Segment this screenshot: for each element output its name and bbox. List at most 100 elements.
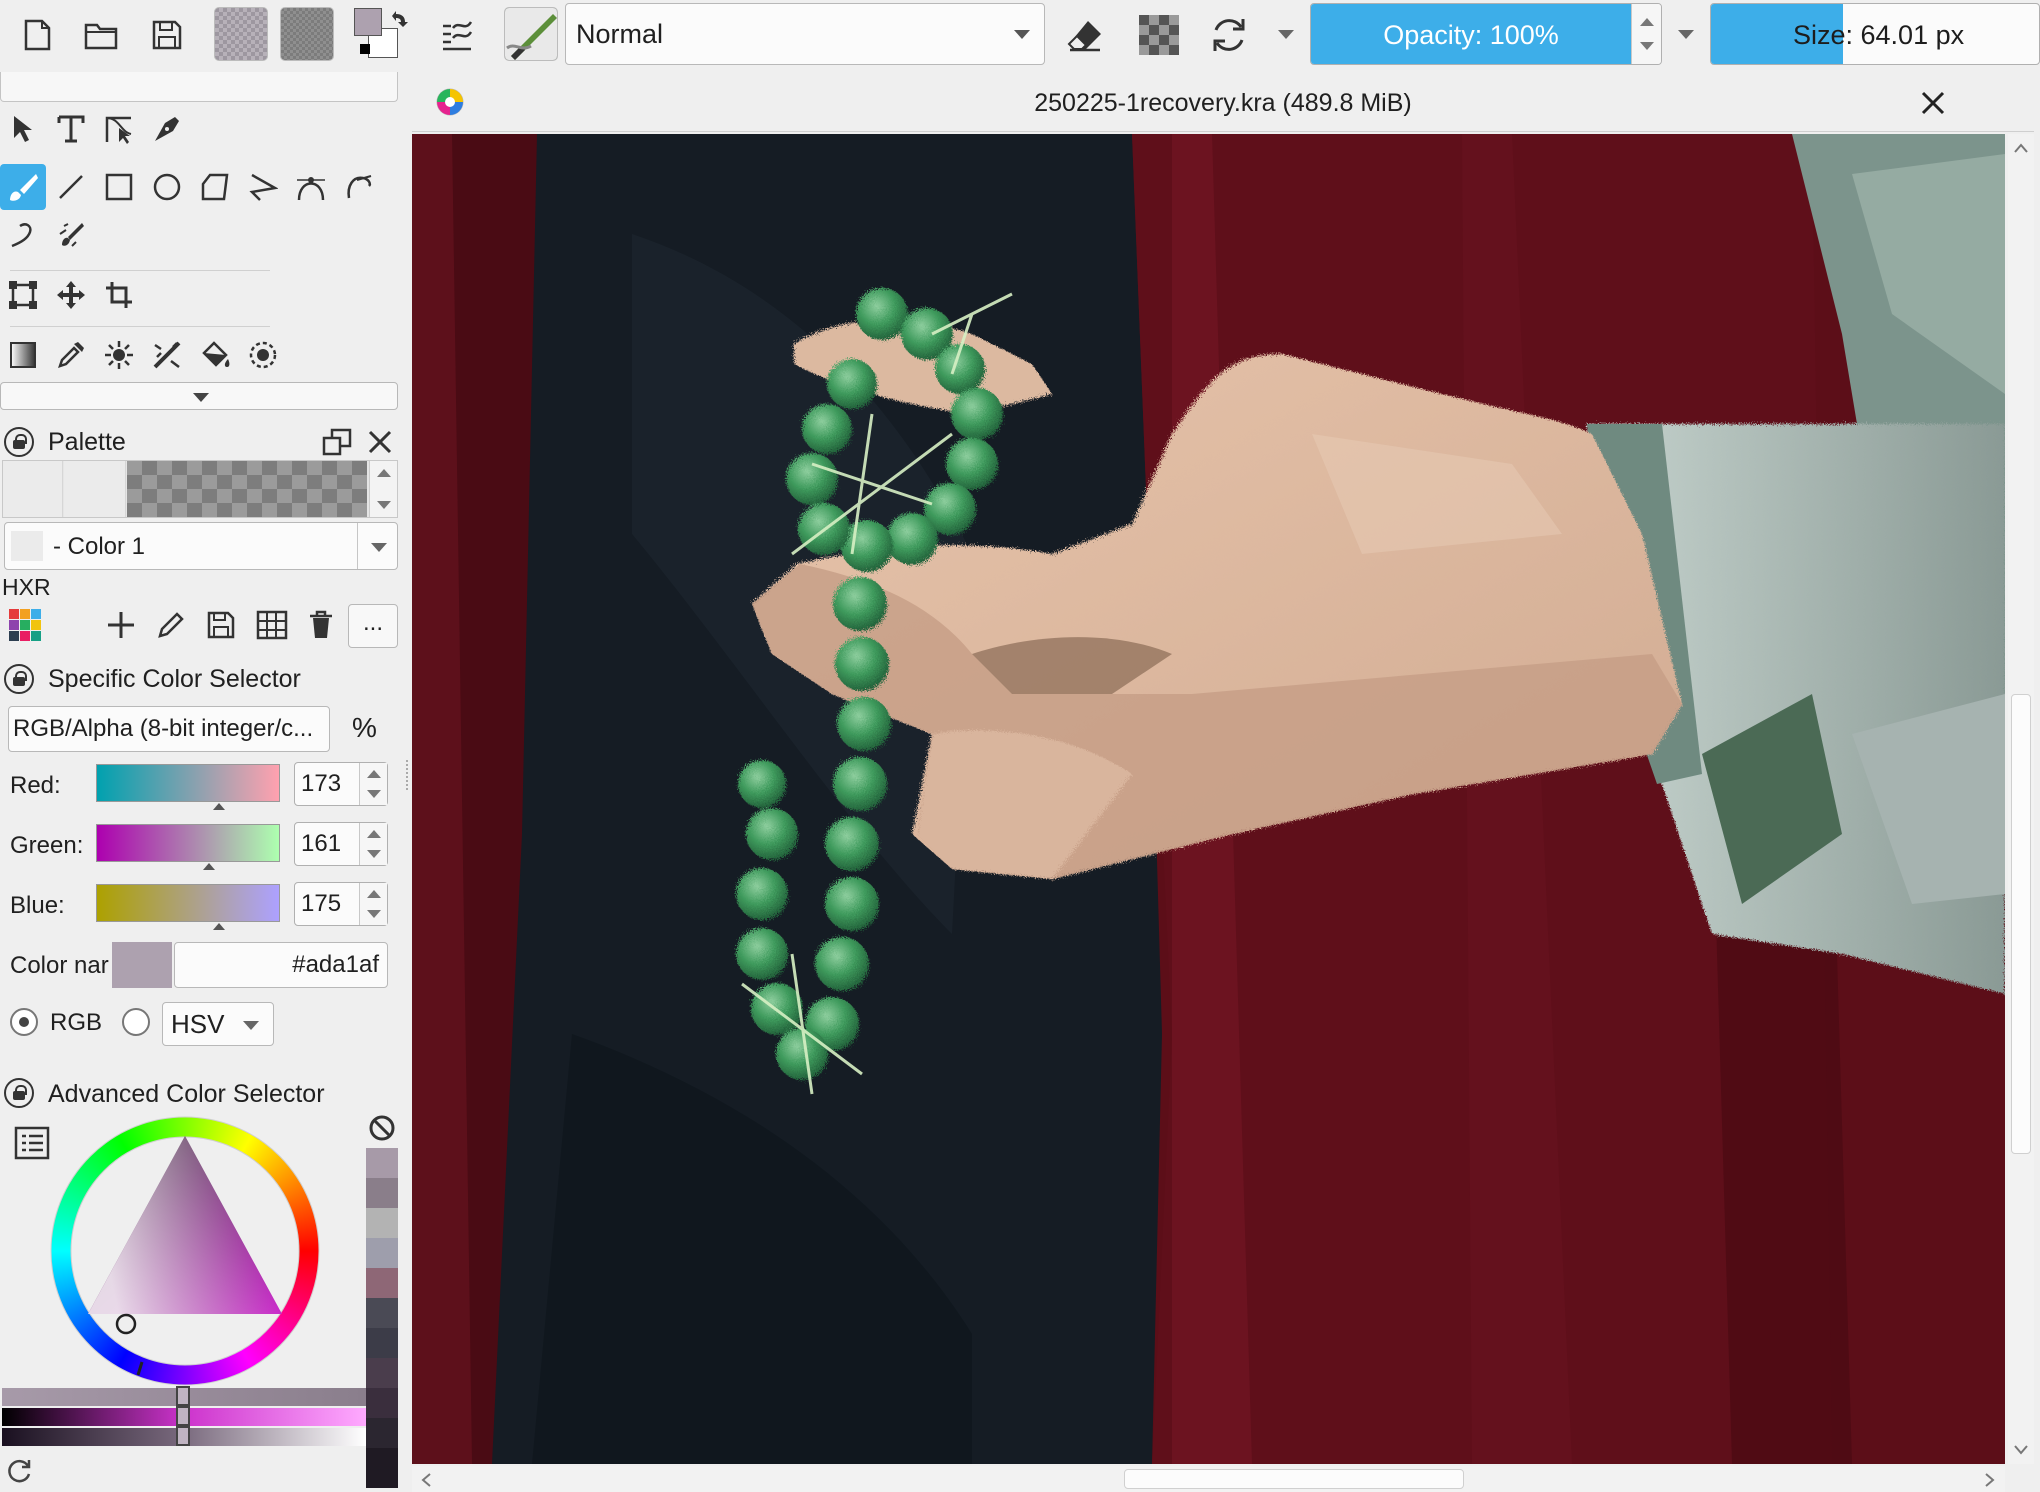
color-model-dropdown[interactable]: RGB/Alpha (8-bit integer/c... [8, 706, 330, 752]
panel-lock-icon[interactable] [4, 427, 34, 457]
text-tool[interactable] [48, 106, 94, 152]
default-colors-icon[interactable] [360, 44, 370, 54]
panel-lock-icon[interactable] [4, 1078, 34, 1108]
gradient-tool[interactable] [0, 332, 46, 378]
swap-colors-icon[interactable] [388, 8, 410, 30]
toolbox-expand-button[interactable] [0, 382, 398, 410]
no-color-icon[interactable] [368, 1114, 396, 1142]
opacity-slider[interactable]: Opacity: 100% [1310, 3, 1662, 65]
brush-preset-button[interactable] [504, 7, 558, 61]
artwork [412, 134, 2005, 1464]
multibrush-tool[interactable] [48, 212, 94, 258]
shade-marker[interactable] [176, 1426, 190, 1446]
green-channel-slider[interactable] [96, 824, 280, 862]
blend-mode-dropdown[interactable]: Normal [565, 3, 1045, 65]
palette-name: HXR [2, 574, 51, 600]
blue-channel-slider[interactable] [96, 884, 280, 922]
palette-swatch[interactable] [3, 461, 63, 517]
polygon-tool[interactable] [192, 164, 238, 210]
fill-pattern-tool[interactable] [144, 332, 190, 378]
palette-swatch-grid[interactable] [2, 460, 398, 518]
color-selector-settings-icon[interactable] [14, 1126, 50, 1160]
brush-settings-icon[interactable] [428, 6, 486, 64]
refresh-icon[interactable] [6, 1458, 32, 1484]
reload-options-chevron-icon[interactable] [1278, 30, 1294, 39]
color-name-label: Color nar [10, 952, 109, 979]
edit-shapes-tool[interactable] [96, 106, 142, 152]
size-slider[interactable]: Size: 64.01 px [1710, 3, 2040, 65]
foreground-color-swatch[interactable] [354, 8, 382, 36]
horizontal-scrollbar[interactable] [412, 1466, 2005, 1492]
preserve-alpha-icon[interactable] [1130, 6, 1188, 64]
palette-empty-swatches[interactable] [127, 461, 367, 517]
opacity-options-chevron-icon[interactable] [1678, 30, 1694, 39]
freehand-path-tool[interactable] [336, 164, 382, 210]
calligraphy-tool[interactable] [144, 106, 190, 152]
foreground-background-color-picker[interactable] [352, 6, 414, 64]
red-channel-slider[interactable] [96, 764, 280, 802]
hex-input[interactable]: #ada1af [174, 942, 388, 988]
vertical-scroll-thumb[interactable] [2011, 694, 2031, 1154]
rgb-radio[interactable] [10, 1008, 38, 1036]
document-title: 250225-1recovery.kra (489.8 MiB) [1034, 89, 1412, 117]
shade-marker[interactable] [176, 1386, 190, 1406]
edit-color-icon[interactable] [156, 610, 186, 640]
shade-marker[interactable] [176, 1406, 190, 1426]
gradient-preset-button[interactable] [214, 7, 268, 61]
line-tool[interactable] [48, 164, 94, 210]
palette-more-button[interactable]: ... [348, 604, 398, 648]
painting-canvas[interactable] [412, 134, 2005, 1464]
eraser-mode-icon[interactable] [1056, 6, 1114, 64]
hue-ring-selector[interactable] [50, 1116, 320, 1386]
hsv-dropdown[interactable]: HSV [162, 1002, 274, 1046]
new-document-icon[interactable] [8, 6, 66, 64]
save-icon[interactable] [138, 6, 196, 64]
fill-tool[interactable] [192, 332, 238, 378]
green-value-input[interactable]: 161 [294, 822, 388, 866]
freehand-brush-tool[interactable] [0, 164, 46, 210]
float-panel-icon[interactable] [322, 428, 352, 456]
rectangle-tool[interactable] [96, 164, 142, 210]
crop-tool[interactable] [96, 272, 142, 318]
add-color-icon[interactable] [106, 610, 136, 640]
close-document-icon[interactable] [1920, 90, 1946, 116]
red-slider-marker[interactable] [213, 803, 225, 810]
blue-slider-marker[interactable] [213, 923, 225, 930]
palette-swatch[interactable] [64, 461, 126, 517]
delete-color-icon[interactable] [308, 610, 334, 640]
advanced-color-title: Advanced Color Selector [48, 1080, 325, 1108]
polyline-tool[interactable] [240, 164, 286, 210]
blue-value-input[interactable]: 175 [294, 882, 388, 926]
select-shapes-tool[interactable] [0, 106, 46, 152]
enclose-fill-tool[interactable] [240, 332, 286, 378]
reload-preset-icon[interactable] [1200, 6, 1258, 64]
palette-color-dropdown[interactable]: - Color 1 [4, 522, 398, 570]
open-document-icon[interactable] [72, 6, 130, 64]
close-panel-icon[interactable] [366, 428, 394, 456]
blend-mode-value: Normal [576, 19, 664, 49]
green-slider-marker[interactable] [203, 863, 215, 870]
palette-chooser-icon[interactable] [8, 608, 42, 642]
dock-splitter[interactable] [406, 760, 409, 790]
document-tab[interactable]: 250225-1recovery.kra (489.8 MiB) [412, 72, 2034, 132]
hsv-radio[interactable] [122, 1008, 150, 1036]
horizontal-scroll-thumb[interactable] [1124, 1469, 1464, 1489]
panel-lock-icon[interactable] [4, 664, 34, 694]
recent-colors-strip[interactable] [366, 1148, 398, 1488]
red-value-input[interactable]: 173 [294, 762, 388, 806]
save-palette-icon[interactable] [206, 610, 236, 640]
ellipse-tool[interactable] [144, 164, 190, 210]
color-sampler-tool[interactable] [48, 332, 94, 378]
color-model-value: RGB/Alpha (8-bit integer/c... [13, 715, 314, 742]
palette-scrollbar[interactable] [369, 461, 397, 517]
bezier-curve-tool[interactable] [288, 164, 334, 210]
transform-tool[interactable] [0, 272, 46, 318]
dynamic-brush-tool[interactable] [0, 212, 46, 258]
move-tool[interactable] [48, 272, 94, 318]
percent-toggle[interactable]: % [352, 712, 377, 744]
edit-palette-grid-icon[interactable] [256, 610, 288, 640]
pattern-preset-button[interactable] [280, 7, 334, 61]
opacity-spinner[interactable] [1631, 4, 1661, 64]
vertical-scrollbar[interactable] [2008, 134, 2034, 1464]
smart-patch-tool[interactable] [96, 332, 142, 378]
